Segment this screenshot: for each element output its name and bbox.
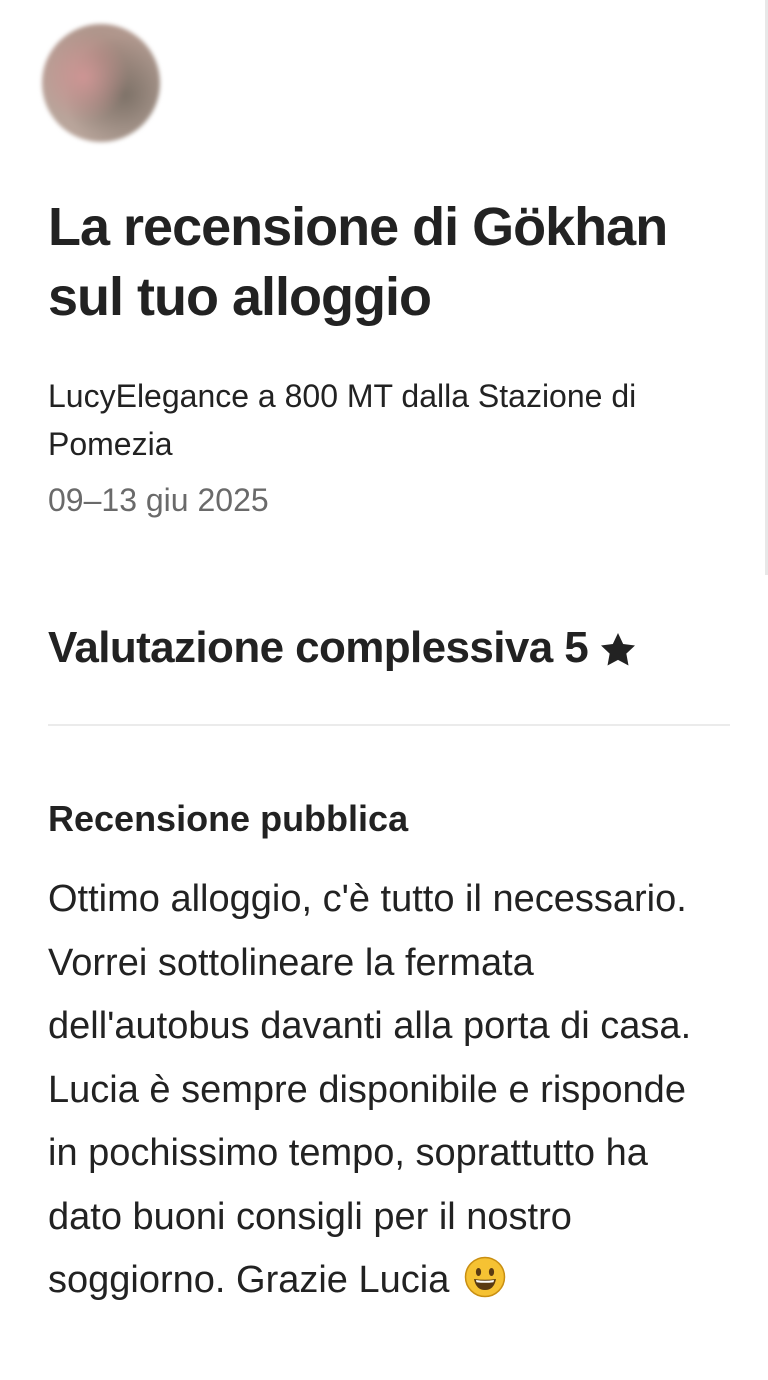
public-review-heading: Recensione pubblica	[48, 798, 409, 839]
review-content: La recensione di Gökhan sul tuo alloggio…	[42, 24, 730, 1313]
star-icon	[598, 628, 638, 668]
divider	[48, 724, 730, 726]
public-review-body: Ottimo alloggio, c'è tutto il necessario…	[48, 878, 692, 1301]
smiley-emoji-icon	[464, 1255, 506, 1298]
overall-rating: Valutazione complessiva 5	[48, 620, 730, 676]
public-review-text: Ottimo alloggio, c'è tutto il necessario…	[48, 868, 720, 1313]
overall-rating-label: Valutazione complessiva 5	[48, 623, 589, 672]
page-title: La recensione di Gökhan sul tuo alloggio	[48, 197, 668, 327]
listing-name: LucyElegance a 800 MT dalla Stazione di …	[48, 378, 637, 462]
stay-dates: 09–13 giu 2025	[48, 482, 269, 518]
avatar[interactable]	[42, 24, 160, 142]
